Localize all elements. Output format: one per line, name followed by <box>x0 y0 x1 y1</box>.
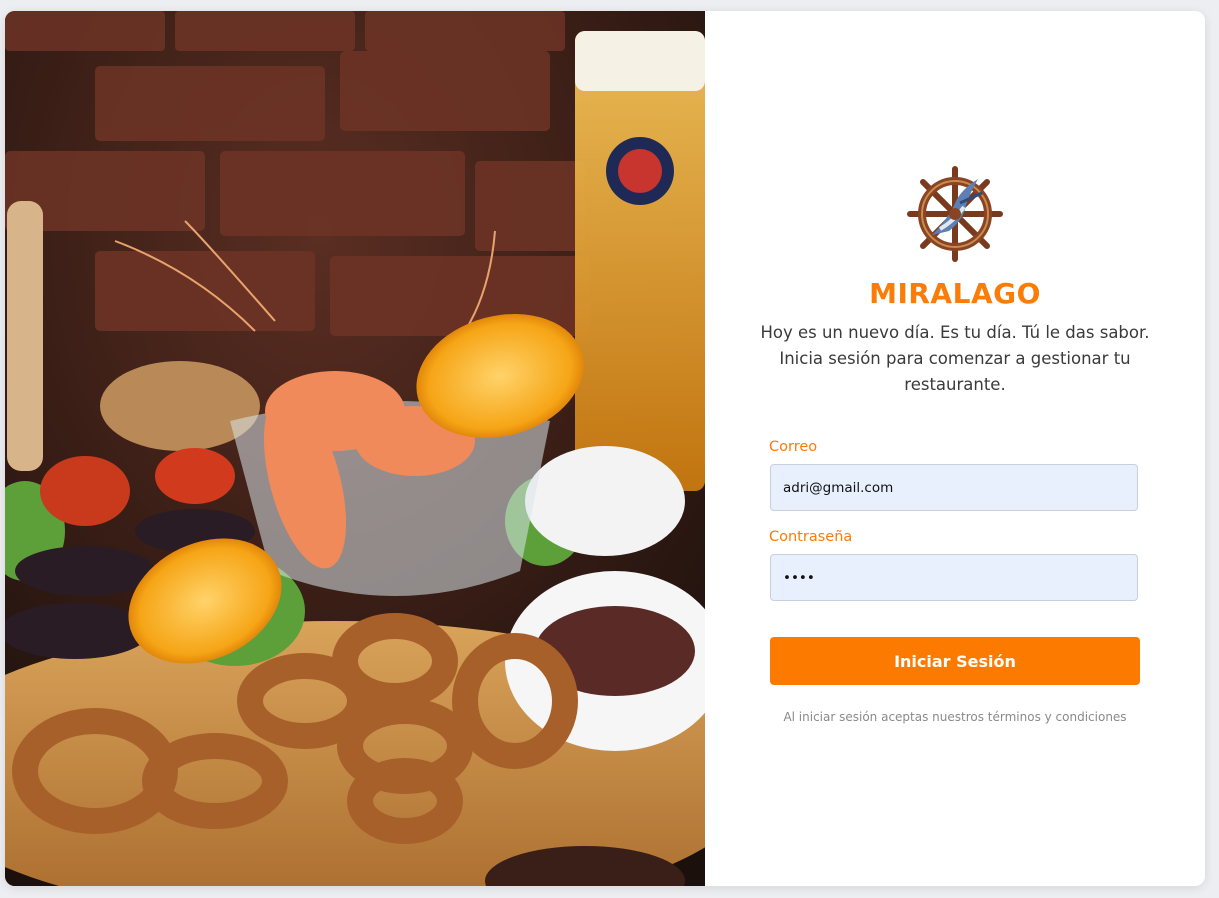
brand-title: MIRALAGO <box>869 277 1041 310</box>
login-button[interactable]: Iniciar Sesión <box>770 637 1140 685</box>
password-field[interactable] <box>770 554 1138 601</box>
email-label: Correo <box>769 439 818 455</box>
login-panel: MIRALAGO Hoy es un nuevo día. Es tu día.… <box>705 11 1205 886</box>
password-label: Contraseña <box>769 529 853 545</box>
hero-image <box>5 11 705 886</box>
welcome-subtitle: Hoy es un nuevo día. Es tu día. Tú le da… <box>760 323 1150 394</box>
miralago-logo <box>904 163 1006 265</box>
seafood-platter-photo <box>5 11 705 886</box>
terms-notice: Al iniciar sesión aceptas nuestros térmi… <box>783 710 1127 724</box>
login-card: MIRALAGO Hoy es un nuevo día. Es tu día.… <box>5 11 1205 886</box>
email-field[interactable] <box>770 464 1138 511</box>
